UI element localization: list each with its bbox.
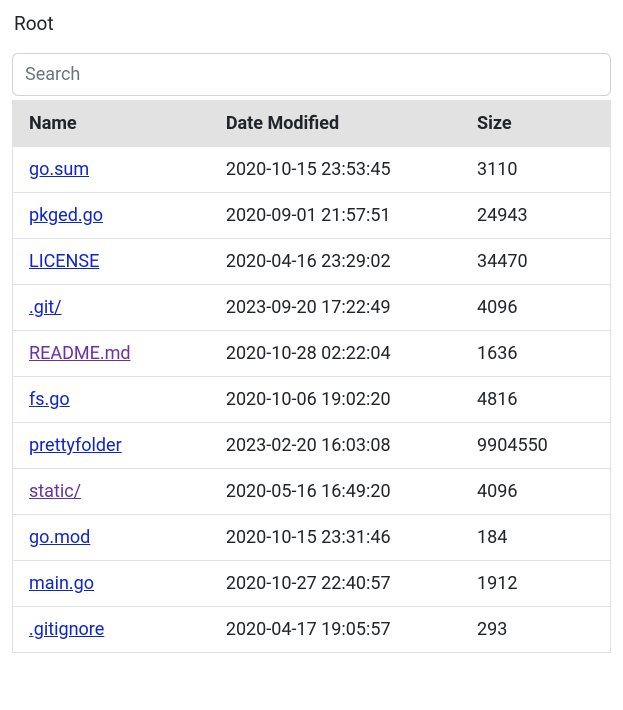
file-link[interactable]: README.md [29, 343, 131, 364]
cell-date: 2020-10-15 23:53:45 [210, 147, 461, 193]
cell-name: go.sum [13, 147, 210, 193]
cell-size: 9904550 [461, 423, 611, 469]
cell-size: 1912 [461, 561, 611, 607]
table-row: .gitignore 2020-04-17 19:05:57293 [13, 607, 611, 653]
table-row: static/2020-05-16 16:49:204096 [13, 469, 611, 515]
search-input[interactable] [12, 53, 611, 96]
cell-date: 2020-10-27 22:40:57 [210, 561, 461, 607]
column-header-date[interactable]: Date Modified [210, 101, 461, 147]
cell-size: 34470 [461, 239, 611, 285]
cell-size: 24943 [461, 193, 611, 239]
cell-date: 2023-09-20 17:22:49 [210, 285, 461, 331]
file-link[interactable]: LICENSE [29, 251, 99, 272]
cell-size: 293 [461, 607, 611, 653]
file-link[interactable]: .gitignore [29, 619, 104, 640]
file-link[interactable]: static/ [29, 481, 81, 502]
cell-name: prettyfolder [13, 423, 210, 469]
column-header-name[interactable]: Name [13, 101, 210, 147]
cell-name: main.go [13, 561, 210, 607]
cell-date: 2020-10-06 19:02:20 [210, 377, 461, 423]
table-row: fs.go 2020-10-06 19:02:204816 [13, 377, 611, 423]
cell-name: pkged.go [13, 193, 210, 239]
table-row: go.mod 2020-10-15 23:31:46184 [13, 515, 611, 561]
file-link[interactable]: prettyfolder [29, 435, 122, 456]
cell-name: static/ [13, 469, 210, 515]
cell-date: 2020-10-28 02:22:04 [210, 331, 461, 377]
table-row: prettyfolder 2023-02-20 16:03:089904550 [13, 423, 611, 469]
table-header-row: Name Date Modified Size [13, 101, 611, 147]
file-link[interactable]: .git/ [29, 297, 62, 318]
table-row: go.sum 2020-10-15 23:53:453110 [13, 147, 611, 193]
cell-date: 2020-09-01 21:57:51 [210, 193, 461, 239]
cell-name: .git/ [13, 285, 210, 331]
cell-size: 4096 [461, 285, 611, 331]
cell-name: LICENSE [13, 239, 210, 285]
cell-size: 3110 [461, 147, 611, 193]
cell-name: fs.go [13, 377, 210, 423]
cell-date: 2020-04-16 23:29:02 [210, 239, 461, 285]
cell-date: 2020-05-16 16:49:20 [210, 469, 461, 515]
file-link[interactable]: fs.go [29, 389, 70, 410]
cell-date: 2020-04-17 19:05:57 [210, 607, 461, 653]
table-row: LICENSE 2020-04-16 23:29:0234470 [13, 239, 611, 285]
cell-size: 4816 [461, 377, 611, 423]
page-title: Root [12, 12, 611, 35]
cell-name: .gitignore [13, 607, 210, 653]
cell-size: 1636 [461, 331, 611, 377]
table-row: main.go 2020-10-27 22:40:571912 [13, 561, 611, 607]
table-row: .git/2023-09-20 17:22:494096 [13, 285, 611, 331]
file-table: Name Date Modified Size go.sum 2020-10-15… [12, 100, 611, 653]
file-link[interactable]: go.mod [29, 527, 90, 548]
cell-size: 4096 [461, 469, 611, 515]
table-row: README.md 2020-10-28 02:22:041636 [13, 331, 611, 377]
file-link[interactable]: main.go [29, 573, 94, 594]
cell-date: 2023-02-20 16:03:08 [210, 423, 461, 469]
table-row: pkged.go 2020-09-01 21:57:5124943 [13, 193, 611, 239]
cell-date: 2020-10-15 23:31:46 [210, 515, 461, 561]
column-header-size[interactable]: Size [461, 101, 611, 147]
file-link[interactable]: go.sum [29, 159, 89, 180]
cell-name: go.mod [13, 515, 210, 561]
cell-size: 184 [461, 515, 611, 561]
cell-name: README.md [13, 331, 210, 377]
file-link[interactable]: pkged.go [29, 205, 103, 226]
